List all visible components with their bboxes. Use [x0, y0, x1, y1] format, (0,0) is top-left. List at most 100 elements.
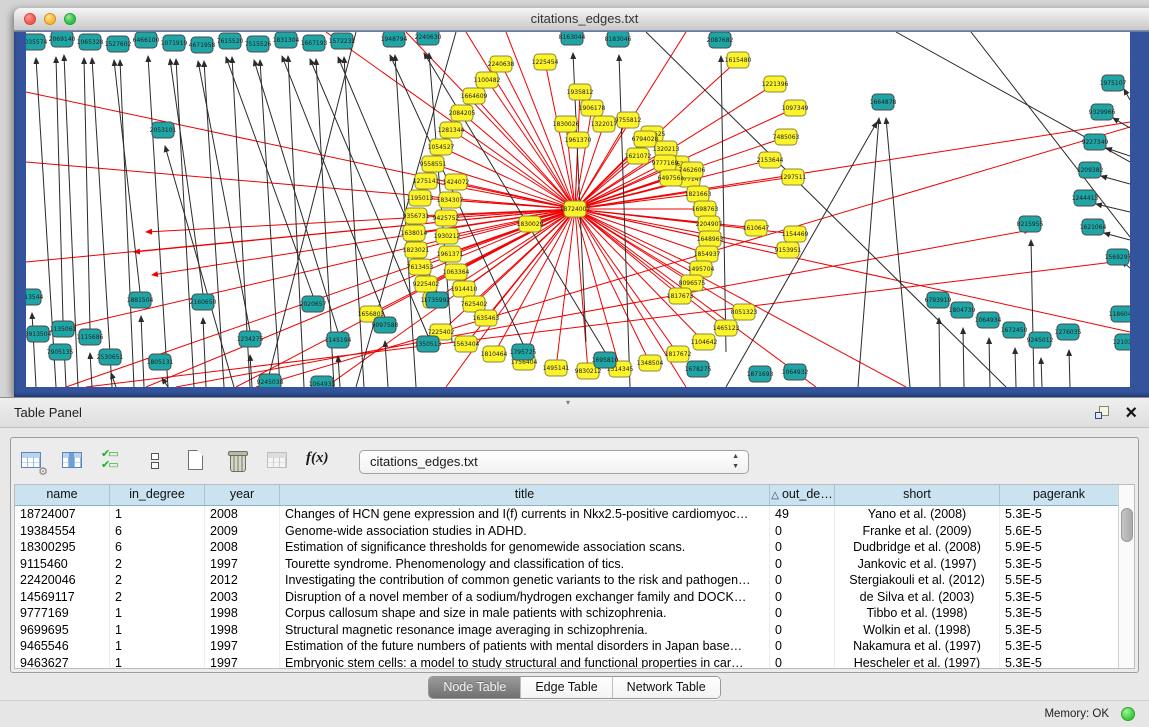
graph-node[interactable]: 2160650: [190, 294, 217, 310]
graph-node[interactable]: 1914410: [451, 281, 478, 297]
graph-node[interactable]: 1572232: [329, 33, 356, 49]
graph-node[interactable]: 1834307: [437, 192, 464, 208]
graph-node[interactable]: 1350513: [415, 336, 442, 352]
graph-node[interactable]: 1948794: [381, 32, 408, 47]
column-header-name[interactable]: name: [15, 485, 110, 505]
graph-node[interactable]: 9558551: [420, 156, 447, 172]
column-header-year[interactable]: year: [205, 485, 280, 505]
table-selector-dropdown[interactable]: citations_edges.txt ▲▼: [359, 450, 749, 474]
graph-node[interactable]: 9329966: [1089, 104, 1116, 120]
show-columns-icon[interactable]: [60, 449, 88, 475]
graph-node[interactable]: 1063364: [443, 264, 470, 280]
graph-node[interactable]: 1065328: [77, 34, 104, 50]
zoom-window-button[interactable]: [64, 13, 76, 25]
graph-node[interactable]: 1664878: [870, 94, 897, 110]
graph-node[interactable]: 4035574: [26, 34, 48, 50]
graph-node[interactable]: 1698763: [692, 201, 719, 217]
graph-node[interactable]: 1871693: [747, 366, 774, 382]
graph-node[interactable]: 7905135: [47, 344, 74, 360]
float-window-icon[interactable]: [1095, 406, 1109, 420]
graph-node[interactable]: 1115686: [77, 329, 104, 345]
graph-node[interactable]: 7515526: [245, 36, 272, 52]
graph-node[interactable]: 1615480: [725, 52, 752, 68]
minimize-window-button[interactable]: [44, 13, 56, 25]
delete-column-icon[interactable]: [224, 449, 252, 475]
graph-node[interactable]: 9153951: [775, 242, 802, 258]
graph-node[interactable]: 9245012: [1027, 332, 1054, 348]
tab-network-table[interactable]: Network Table: [613, 677, 720, 698]
row-selection-icon[interactable]: ✔▭✔▭: [101, 449, 129, 475]
graph-node[interactable]: 2530651: [97, 349, 124, 365]
delete-table-icon[interactable]: [265, 449, 293, 475]
table-row[interactable]: 977716911998Corpus callosum shape and si…: [15, 605, 1118, 622]
graph-node[interactable]: 1975107: [1100, 75, 1127, 91]
graph-node[interactable]: 1817672: [665, 346, 692, 362]
graph-node[interactable]: 1610647: [743, 220, 770, 236]
graph-node[interactable]: 1135061: [50, 321, 77, 337]
table-row[interactable]: 1872400712008Changes of HCN gene express…: [15, 506, 1118, 523]
graph-node[interactable]: 7613453: [407, 259, 434, 275]
graph-node[interactable]: 1695810: [592, 352, 619, 368]
graph-node[interactable]: 1823021: [403, 242, 430, 258]
table-row[interactable]: 946554611997Estimation of the future num…: [15, 638, 1118, 655]
graph-node[interactable]: 1281344: [438, 122, 465, 138]
graph-node[interactable]: 1234275: [237, 331, 264, 347]
graph-node[interactable]: 1805131: [147, 354, 174, 370]
graph-node[interactable]: 6793919: [925, 292, 952, 308]
create-column-icon[interactable]: [183, 449, 211, 475]
graph-node[interactable]: 7485063: [773, 129, 800, 145]
graph-node[interactable]: 1664609: [461, 88, 488, 104]
table-row[interactable]: 1938455462009Genome-wide association stu…: [15, 523, 1118, 540]
graph-node[interactable]: 1635463: [473, 310, 500, 326]
graph-node[interactable]: 9245038: [257, 374, 284, 387]
graph-node[interactable]: 1064934: [975, 312, 1002, 328]
graph-node[interactable]: 1678275: [685, 361, 712, 377]
graph-node[interactable]: 1735992: [424, 292, 451, 308]
graph-node[interactable]: 8051323: [731, 304, 758, 320]
graph-node[interactable]: 1064932: [782, 364, 809, 380]
table-row[interactable]: 969969511998Structural magnetic resonanc…: [15, 622, 1118, 639]
graph-node[interactable]: 1621064: [1080, 219, 1107, 235]
rows-icon[interactable]: [142, 449, 170, 475]
graph-node[interactable]: 8163044: [559, 32, 586, 45]
graph-node[interactable]: 8183046: [605, 32, 632, 47]
window-titlebar[interactable]: citations_edges.txt: [14, 8, 1149, 31]
graph-node[interactable]: 1209382: [1077, 162, 1104, 178]
graph-node[interactable]: 1961371: [437, 246, 464, 262]
graph-node[interactable]: 1221396: [762, 76, 789, 92]
graph-node[interactable]: 1322017: [591, 116, 618, 132]
column-header-in_degree[interactable]: in_degree: [110, 485, 205, 505]
graph-node[interactable]: 1854937: [694, 246, 721, 262]
graph-node[interactable]: 1195013: [407, 190, 434, 206]
graph-node[interactable]: 6794028: [632, 131, 659, 147]
graph-node[interactable]: 1638014: [401, 225, 428, 241]
graph-node[interactable]: 1648963: [697, 231, 724, 247]
network-canvas[interactable]: 18724007 22406381100482166460920842051281…: [26, 32, 1130, 387]
column-header-pagerank[interactable]: pagerank: [1000, 485, 1118, 505]
table-row[interactable]: 1830029562008Estimation of significance …: [15, 539, 1118, 556]
graph-node[interactable]: 2204907: [696, 216, 723, 232]
graph-node[interactable]: 2084205: [449, 105, 476, 121]
function-builder-icon[interactable]: f(x): [306, 449, 340, 475]
graph-node[interactable]: 1906178: [579, 100, 606, 116]
hub-node[interactable]: 18724007: [560, 201, 591, 217]
graph-node[interactable]: 1100482: [474, 72, 501, 88]
tab-node-table[interactable]: Node Table: [429, 677, 521, 698]
graph-node[interactable]: 3913544: [26, 289, 44, 305]
graph-node[interactable]: 2240630: [415, 32, 442, 45]
graph-node[interactable]: 7615520: [217, 33, 244, 49]
graph-node[interactable]: 1930212: [434, 228, 461, 244]
graph-node[interactable]: 9755812: [615, 112, 642, 128]
graph-node[interactable]: 2240638: [488, 56, 515, 72]
graph-node[interactable]: 1276035: [1055, 324, 1082, 340]
graph-node[interactable]: 2087682: [707, 32, 734, 48]
graph-node[interactable]: 1054527: [428, 139, 455, 155]
close-window-button[interactable]: [24, 13, 36, 25]
graph-node[interactable]: 1621072: [625, 148, 652, 164]
graph-node[interactable]: 9225402: [413, 276, 440, 292]
graph-node[interactable]: 1495141: [543, 360, 570, 376]
graph-node[interactable]: 3913504: [26, 326, 52, 342]
graph-node[interactable]: 1563404: [453, 336, 480, 352]
graph-node[interactable]: 1348504: [637, 355, 664, 371]
table-mode-icon[interactable]: ⚙: [19, 449, 47, 475]
